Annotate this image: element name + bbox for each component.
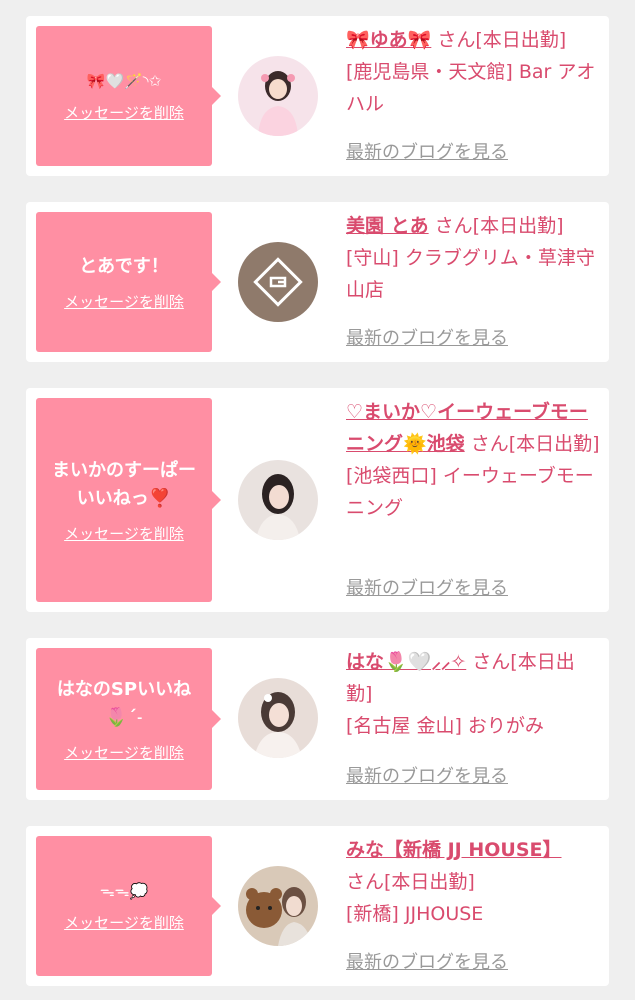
latest-blog-link[interactable]: 最新のブログを見る [346,324,508,350]
message-bubble: とあです！ メッセージを削除 [36,212,221,352]
latest-blog-link[interactable]: 最新のブログを見る [346,762,508,788]
message-bubble: まいかのすーぱー いいねっ❣️ メッセージを削除 [36,398,221,602]
girl-info: 美園 とあ さん[本日出勤] [守山] クラブグリム・草津守山店 [346,210,601,306]
status-text: さん[本日出勤] [428,215,564,237]
message-text: はなのSPいいね 🌷ˊ˗ [56,678,192,728]
status-text: さん[本日出勤] [464,433,600,455]
message-text: とあです！ [79,255,169,277]
message-card: とあです！ メッセージを削除 美園 とあ さん[本日出勤] [守山] クラブグリ… [26,202,609,362]
delete-message-link[interactable]: メッセージを削除 [64,742,184,763]
delete-message-link[interactable]: メッセージを削除 [64,291,184,312]
message-card: 🎀🤍🪄◝✩ メッセージを削除 🎀ゆあ🎀 さん[本日出勤] [鹿児島県・天文館] … [26,16,609,176]
message-text: まいかのすーぱー いいねっ❣️ [52,459,196,509]
message-bubble: はなのSPいいね 🌷ˊ˗ メッセージを削除 [36,648,221,790]
message-text: 🎀🤍🪄◝✩ [86,71,162,90]
girl-info: みな【新橋 JJ HOUSE】 さん[本日出勤] [新橋] JJHOUSE [346,834,601,930]
shop-text: [新橋] JJHOUSE [346,903,484,925]
delete-message-link[interactable]: メッセージを削除 [64,102,184,123]
message-card: ᯓᯓ💭 メッセージを削除 みな【新橋 JJ HOUSE】 さん[本日出勤] [新… [26,826,609,986]
message-bubble: ᯓᯓ💭 メッセージを削除 [36,836,221,976]
girl-name-link[interactable]: みな【新橋 JJ HOUSE】 [346,839,562,861]
status-text: さん[本日出勤] [346,871,475,893]
girl-info: 🎀ゆあ🎀 さん[本日出勤] [鹿児島県・天文館] Bar アオハル [346,24,601,120]
message-bubble: 🎀🤍🪄◝✩ メッセージを削除 [36,26,221,166]
latest-blog-link[interactable]: 最新のブログを見る [346,138,508,164]
latest-blog-link[interactable]: 最新のブログを見る [346,948,508,974]
girl-avatar[interactable] [238,460,318,540]
girl-info: はな🌷🤍⸝⸝✧ さん[本日出勤] [名古屋 金山] おりがみ [346,646,601,742]
girl-avatar[interactable] [238,678,318,758]
message-card: はなのSPいいね 🌷ˊ˗ メッセージを削除 はな🌷🤍⸝⸝✧ さん[本日出勤] [… [26,638,609,800]
delete-message-link[interactable]: メッセージを削除 [64,523,184,544]
delete-message-link[interactable]: メッセージを削除 [64,912,184,933]
message-text: ᯓᯓ💭 [99,881,149,900]
shop-text: [名古屋 金山] おりがみ [346,715,544,737]
shop-text: [池袋西口] イーウェーブモーニング [346,465,594,519]
girl-name-link[interactable]: はな🌷🤍⸝⸝✧ [346,651,466,673]
shop-text: [鹿児島県・天文館] Bar アオハル [346,61,596,115]
girl-name-link[interactable]: 美園 とあ [346,215,429,237]
girl-name-link[interactable]: 🎀ゆあ🎀 [346,29,431,51]
girl-avatar[interactable] [238,56,318,136]
girl-info: ♡まいか♡イーウェーブモーニング🌞池袋 さん[本日出勤] [池袋西口] イーウェ… [346,396,601,524]
status-text: さん[本日出勤] [431,29,567,51]
latest-blog-link[interactable]: 最新のブログを見る [346,574,508,600]
message-card: まいかのすーぱー いいねっ❣️ メッセージを削除 ♡まいか♡イーウェーブモーニン… [26,388,609,612]
shop-logo-avatar[interactable] [238,242,318,322]
shop-text: [守山] クラブグリム・草津守山店 [346,247,595,301]
girl-with-teddy-avatar[interactable] [238,866,318,946]
